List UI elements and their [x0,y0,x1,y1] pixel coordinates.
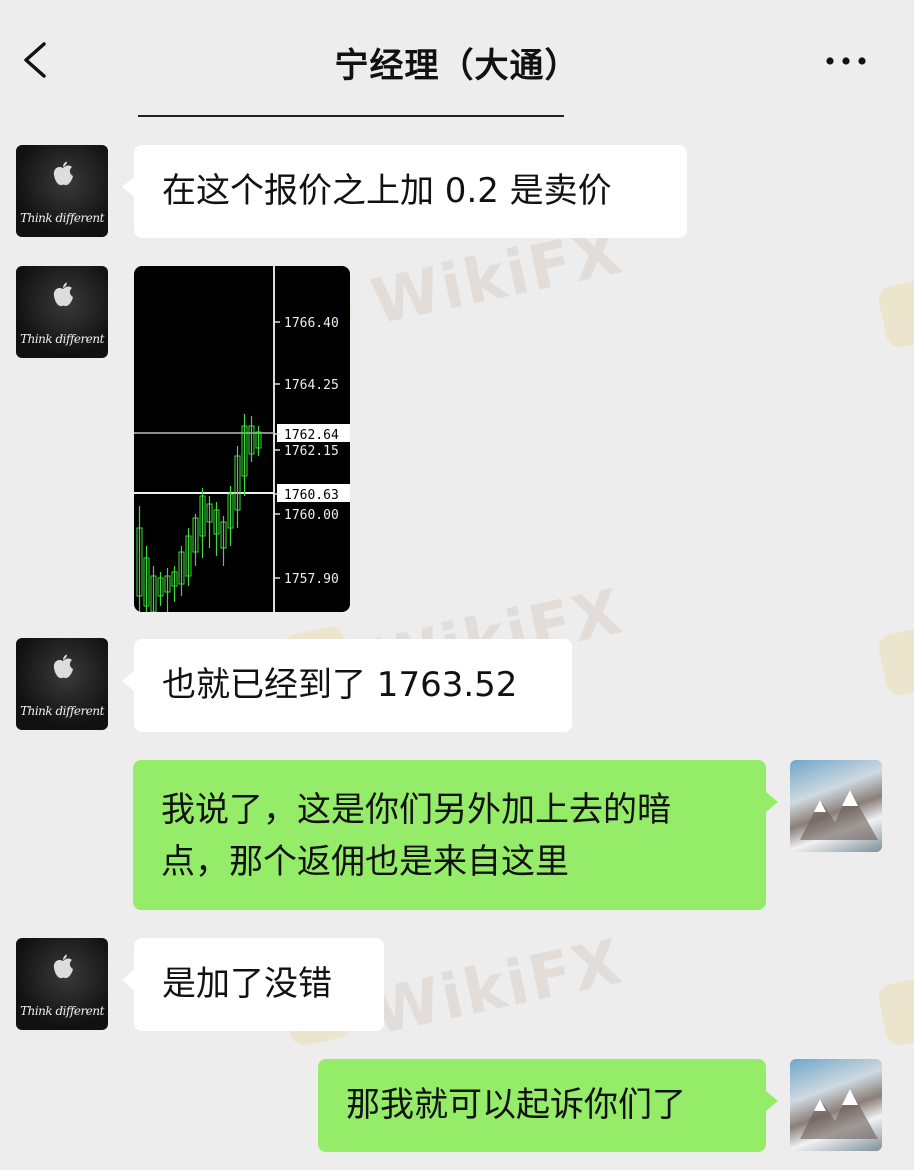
top-bar: 宁经理（大通） [0,0,914,118]
avatar-caption: Think different [20,704,104,718]
watermark-logo-icon [876,624,914,698]
avatar-caption: Think different [20,211,104,225]
candles-group [136,414,262,612]
message-text: 在这个报价之上加 0.2 是卖价 [162,171,612,211]
message-text-line: 我说了，这是你们另外加上去的暗 [161,790,671,830]
message-bubble-self[interactable]: 我说了，这是你们另外加上去的暗 点，那个返佣也是来自这里 [133,760,778,910]
watermark: WikiFX [365,924,630,1049]
chart-image[interactable]: 1766.40 1764.25 1762.64 1762.15 1760.63 1760.… [134,266,350,612]
message-bubble[interactable]: 是加了没错 [122,938,384,1031]
apple-logo-icon [53,654,73,679]
message-bubble[interactable]: 在这个报价之上加 0.2 是卖价 [122,145,687,238]
more-options-icon[interactable] [824,46,868,76]
message-text: 那我就可以起诉你们了 [346,1085,686,1125]
message-bubble-self[interactable]: 那我就可以起诉你们了 [318,1059,778,1152]
tick-label: 1762.64 [284,428,339,443]
candlestick-chart: 1766.40 1764.25 1762.641762.15 1760.63 1760.… [134,266,350,612]
tick-label: 1760.00 [284,508,339,523]
apple-logo-icon [53,954,73,979]
chat-title: 宁经理（大通） [334,46,580,86]
message-text: 是加了没错 [162,964,332,1004]
apple-logo-icon [53,161,73,186]
title-underline [138,115,564,117]
mountain-image-icon [800,790,878,840]
tick-label: 1760.63 [284,488,339,503]
message-text-line: 点，那个返佣也是来自这里 [161,842,569,882]
user-avatar[interactable] [790,1059,882,1151]
tick-label: 1764.25 [284,378,339,393]
message-text: 也就已经到了 1763.52 [162,665,518,705]
contact-avatar[interactable]: Think different [16,638,108,730]
contact-avatar[interactable]: Think different [16,266,108,358]
ticks-group: 1766.40 1764.25 1762.641762.15 1760.63 1760.… [274,316,339,587]
contact-avatar[interactable]: Think different [16,145,108,237]
contact-avatar[interactable]: Think different [16,938,108,1030]
mountain-image-icon [800,1089,878,1139]
watermark-logo-icon [876,276,914,350]
message-bubble[interactable]: 也就已经到了 1763.52 [122,639,572,732]
user-avatar[interactable] [790,760,882,852]
tick-label: 1757.90 [284,572,339,587]
apple-logo-icon [53,282,73,307]
avatar-caption: Think different [20,1004,104,1018]
watermark-logo-icon [876,974,914,1048]
tick-label: 1766.40 [284,316,339,331]
tick-label: 1762.15 [284,444,339,459]
avatar-caption: Think different [20,332,104,346]
